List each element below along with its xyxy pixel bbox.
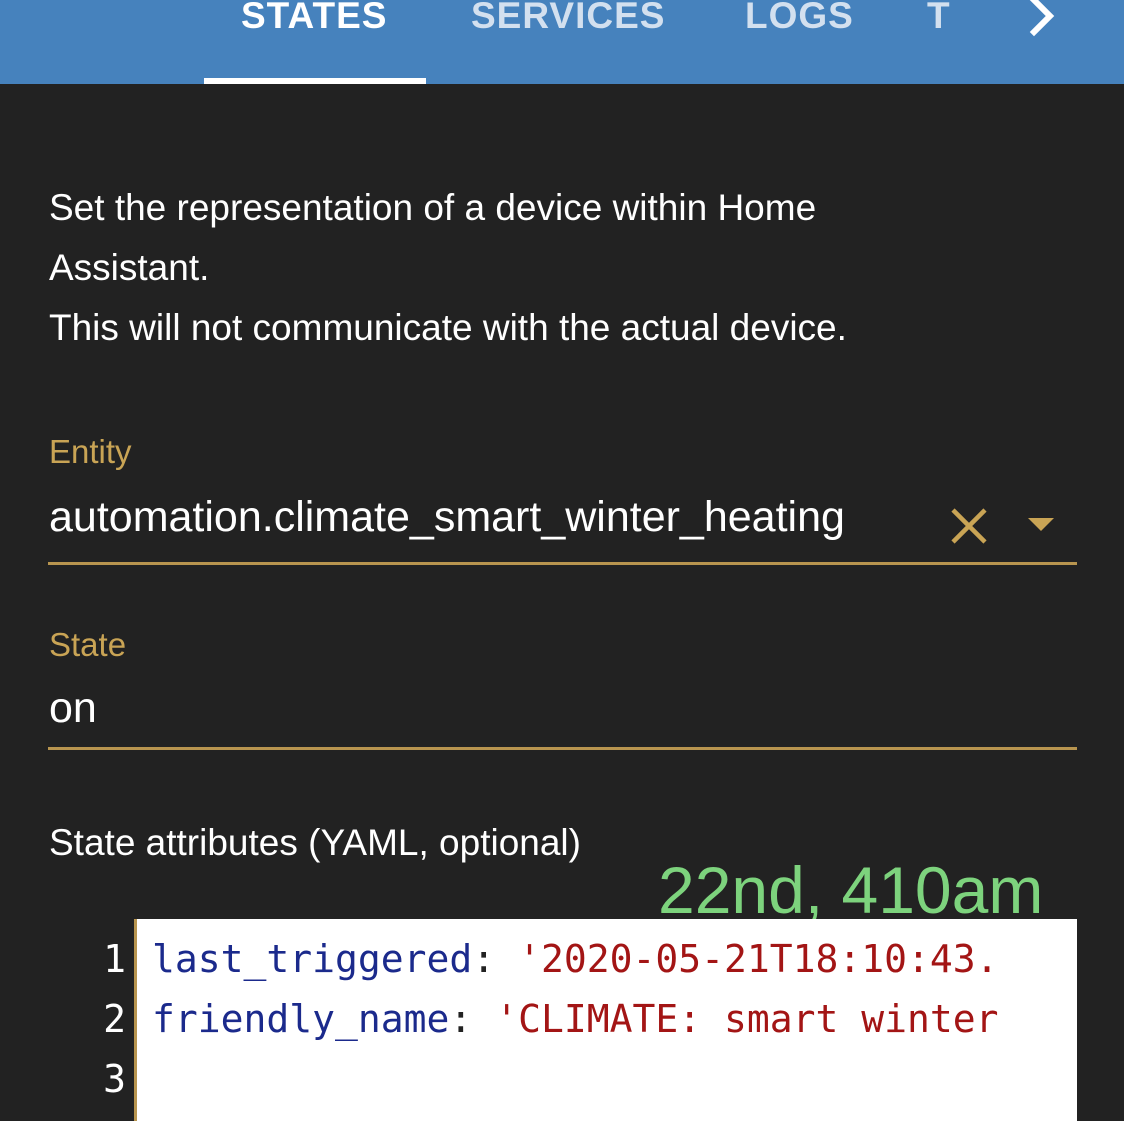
handwritten-note: 22nd, 410am xyxy=(658,853,1044,927)
tab-bar: STATES SERVICES LOGS T xyxy=(0,0,1124,84)
yaml-separator: : xyxy=(472,937,519,981)
description-line-1: Set the representation of a device withi… xyxy=(49,187,817,228)
entity-input[interactable]: automation.climate_smart_winter_heating xyxy=(49,493,935,542)
active-tab-indicator xyxy=(204,78,426,84)
tab-scroll-right-button[interactable] xyxy=(1022,0,1066,38)
developer-tools-page: STATES SERVICES LOGS T Set the represent… xyxy=(0,0,1124,1121)
entity-field-underline xyxy=(48,562,1077,565)
tab-logs[interactable]: LOGS xyxy=(745,0,854,46)
close-icon xyxy=(951,508,987,544)
clear-entity-button[interactable] xyxy=(948,505,990,547)
line-number: 2 xyxy=(103,997,126,1041)
description-text: Set the representation of a device withi… xyxy=(49,178,1049,358)
yaml-key: friendly_name xyxy=(152,997,450,1041)
yaml-editor[interactable]: 1 2 3 last_triggered: '2020-05-21T18:10:… xyxy=(48,919,1077,1121)
yaml-key: last_triggered xyxy=(152,937,473,981)
code-line[interactable]: friendly_name: 'CLIMATE: smart winter xyxy=(152,989,999,1049)
tab-states[interactable]: STATES xyxy=(241,0,387,46)
state-label: State xyxy=(49,626,127,663)
caret-down-icon xyxy=(1028,518,1054,531)
yaml-value: 'CLIMATE: smart winter xyxy=(495,997,999,1041)
code-line[interactable]: last_triggered: '2020-05-21T18:10:43. xyxy=(152,929,999,989)
line-number: 3 xyxy=(103,1057,126,1101)
entity-label: Entity xyxy=(49,433,132,470)
line-number: 1 xyxy=(103,937,126,981)
yaml-separator: : xyxy=(449,997,496,1041)
yaml-value: '2020-05-21T18:10:43. xyxy=(518,937,999,981)
gutter-border xyxy=(134,919,137,1121)
state-attributes-label: State attributes (YAML, optional) xyxy=(49,822,581,863)
state-input[interactable]: on xyxy=(49,684,1069,733)
tab-services[interactable]: SERVICES xyxy=(471,0,665,46)
description-line-2: Assistant. xyxy=(49,247,210,288)
line-number-gutter: 1 2 3 xyxy=(48,919,134,1121)
entity-dropdown-button[interactable] xyxy=(1022,512,1060,538)
chevron-right-icon xyxy=(1029,0,1055,37)
description-line-3: This will not communicate with the actua… xyxy=(49,307,847,348)
state-field-underline xyxy=(48,747,1077,750)
tab-template[interactable]: T xyxy=(927,0,951,46)
